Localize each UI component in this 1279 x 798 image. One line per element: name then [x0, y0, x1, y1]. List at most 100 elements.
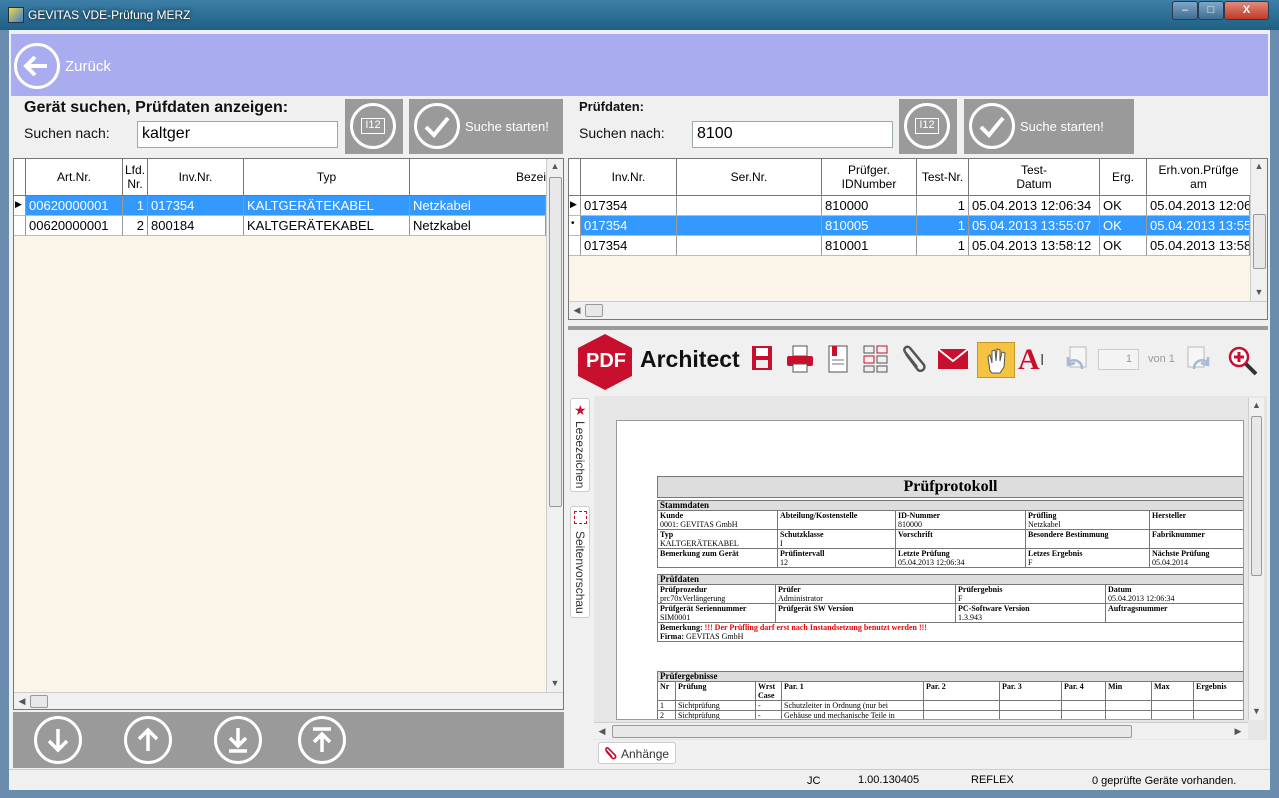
- table-cell[interactable]: 017354: [581, 216, 677, 236]
- text-tool-icon[interactable]: A: [1018, 343, 1040, 377]
- col-lfd-nr[interactable]: Lfd. Nr.: [123, 159, 148, 196]
- table-cell[interactable]: 05.04.2013 13:55:07: [969, 216, 1100, 236]
- col-bezeichnung[interactable]: Bezei: [410, 159, 546, 196]
- col-test-nr[interactable]: Test-Nr.: [917, 159, 969, 196]
- doc-label: Letzte Prüfung: [898, 549, 950, 558]
- device-table[interactable]: Art.Nr. Lfd. Nr. Inv.Nr. Typ Bezei ▶ 006…: [13, 158, 564, 710]
- scroll-thumb[interactable]: [1253, 214, 1266, 269]
- table-cell[interactable]: [677, 216, 822, 236]
- table-cell[interactable]: Netzkabel: [410, 216, 546, 236]
- table-cell[interactable]: 810005: [822, 216, 917, 236]
- next-page-icon[interactable]: [1184, 345, 1214, 375]
- scroll-left-icon[interactable]: ◀: [596, 726, 608, 737]
- table-cell[interactable]: KALTGERÄTEKABEL: [244, 196, 410, 216]
- table-cell[interactable]: Netzkabel: [410, 196, 546, 216]
- col-inv-nr[interactable]: Inv.Nr.: [581, 159, 677, 196]
- col-erg[interactable]: Erg.: [1100, 159, 1147, 196]
- scroll-down-icon[interactable]: ▼: [547, 678, 563, 688]
- device-table-hscroll[interactable]: ◀: [14, 692, 563, 709]
- test-keyboard-button[interactable]: I12: [899, 99, 957, 154]
- table-cell[interactable]: [677, 236, 822, 256]
- table-cell[interactable]: 00620000001: [26, 216, 123, 236]
- table-cell[interactable]: 800184: [148, 216, 244, 236]
- col-art-nr[interactable]: Art.Nr.: [26, 159, 123, 196]
- paperclip-icon[interactable]: [900, 344, 928, 374]
- col-erh-von-pruefger[interactable]: Erh.von.Prüfge am: [1147, 159, 1250, 196]
- previous-record-button[interactable]: [124, 716, 172, 764]
- table-cell[interactable]: 05.04.2013 13:55: [1147, 216, 1250, 236]
- attachments-tab[interactable]: Anhänge: [598, 742, 676, 764]
- scroll-right-icon[interactable]: ▶: [1232, 726, 1244, 737]
- device-keyboard-button[interactable]: I12: [345, 99, 403, 154]
- table-cell[interactable]: 017354: [581, 196, 677, 216]
- test-table-hscroll[interactable]: ◀: [569, 301, 1267, 319]
- scroll-up-icon[interactable]: ▲: [1251, 161, 1267, 171]
- table-cell[interactable]: [677, 196, 822, 216]
- col-pruefger-id[interactable]: Prüfger. IDNumber: [822, 159, 917, 196]
- device-search-input[interactable]: kaltger: [137, 121, 338, 148]
- scroll-thumb[interactable]: [549, 177, 562, 507]
- first-record-button[interactable]: [298, 716, 346, 764]
- device-table-vscroll[interactable]: ▲ ▼: [546, 159, 563, 692]
- page-number-input[interactable]: 1: [1098, 349, 1139, 370]
- col-inv-nr[interactable]: Inv.Nr.: [148, 159, 244, 196]
- table-cell[interactable]: 00620000001: [26, 196, 123, 216]
- test-data-table[interactable]: Inv.Nr. Ser.Nr. Prüfger. IDNumber Test-N…: [568, 158, 1268, 320]
- next-record-button[interactable]: [34, 716, 82, 764]
- scroll-thumb[interactable]: [30, 695, 48, 708]
- table-cell[interactable]: 810001: [822, 236, 917, 256]
- save-icon[interactable]: [750, 344, 776, 374]
- test-search-input[interactable]: 8100: [692, 121, 893, 148]
- table-cell[interactable]: 017354: [148, 196, 244, 216]
- scroll-left-icon[interactable]: ◀: [571, 305, 583, 316]
- table-cell[interactable]: OK: [1100, 236, 1147, 256]
- scroll-thumb[interactable]: [1251, 416, 1262, 576]
- test-table-vscroll[interactable]: ▲ ▼: [1250, 159, 1267, 301]
- email-icon[interactable]: [937, 347, 969, 371]
- col-test-datum[interactable]: Test- Datum: [969, 159, 1100, 196]
- back-button[interactable]: [14, 43, 60, 89]
- pdf-vscroll[interactable]: ▲ ▼: [1248, 398, 1264, 720]
- zoom-in-icon[interactable]: [1226, 344, 1260, 378]
- scroll-thumb[interactable]: [585, 304, 603, 317]
- table-cell[interactable]: OK: [1100, 216, 1147, 236]
- minimize-button[interactable]: –: [1172, 1, 1198, 20]
- scroll-down-icon[interactable]: ▼: [1251, 287, 1267, 297]
- table-cell[interactable]: 1: [917, 236, 969, 256]
- previous-page-icon[interactable]: [1062, 345, 1092, 375]
- close-button[interactable]: X: [1224, 1, 1269, 20]
- pdf-hscroll[interactable]: ◀ ▶: [594, 722, 1248, 739]
- page-preview-tab[interactable]: Seitenvorschau: [570, 506, 590, 618]
- table-cell[interactable]: 810000: [822, 196, 917, 216]
- table-cell[interactable]: 1: [917, 216, 969, 236]
- scroll-up-icon[interactable]: ▲: [547, 161, 563, 171]
- table-cell[interactable]: 017354: [581, 236, 677, 256]
- form-icon[interactable]: [862, 344, 890, 374]
- table-cell[interactable]: 1: [917, 196, 969, 216]
- bookmarks-tab[interactable]: ★ Lesezeichen: [570, 398, 590, 492]
- device-search-start-button[interactable]: Suche starten!: [409, 99, 563, 154]
- document-icon[interactable]: [826, 344, 850, 374]
- print-icon[interactable]: [785, 344, 815, 374]
- table-cell[interactable]: 05.04.2013 13:58:12: [969, 236, 1100, 256]
- scroll-thumb[interactable]: [612, 725, 1132, 738]
- scroll-down-icon[interactable]: ▼: [1249, 706, 1264, 716]
- doc-value: I: [780, 539, 783, 548]
- table-cell[interactable]: 2: [123, 216, 148, 236]
- scroll-up-icon[interactable]: ▲: [1249, 400, 1264, 410]
- last-record-button[interactable]: [214, 716, 262, 764]
- status-version: 1.00.130405: [858, 774, 920, 786]
- table-cell[interactable]: 05.04.2013 12:06:34: [969, 196, 1100, 216]
- table-cell[interactable]: 05.04.2013 12:06: [1147, 196, 1250, 216]
- table-cell[interactable]: KALTGERÄTEKABEL: [244, 216, 410, 236]
- test-search-start-button[interactable]: Suche starten!: [964, 99, 1134, 154]
- scroll-left-icon[interactable]: ◀: [16, 696, 28, 707]
- table-cell[interactable]: OK: [1100, 196, 1147, 216]
- table-cell[interactable]: 05.04.2013 13:58: [1147, 236, 1250, 256]
- hand-tool-button[interactable]: [977, 342, 1015, 378]
- maximize-button[interactable]: □: [1198, 1, 1224, 20]
- col-ser-nr[interactable]: Ser.Nr.: [677, 159, 822, 196]
- back-label[interactable]: Zurück: [65, 58, 111, 75]
- col-typ[interactable]: Typ: [244, 159, 410, 196]
- table-cell[interactable]: 1: [123, 196, 148, 216]
